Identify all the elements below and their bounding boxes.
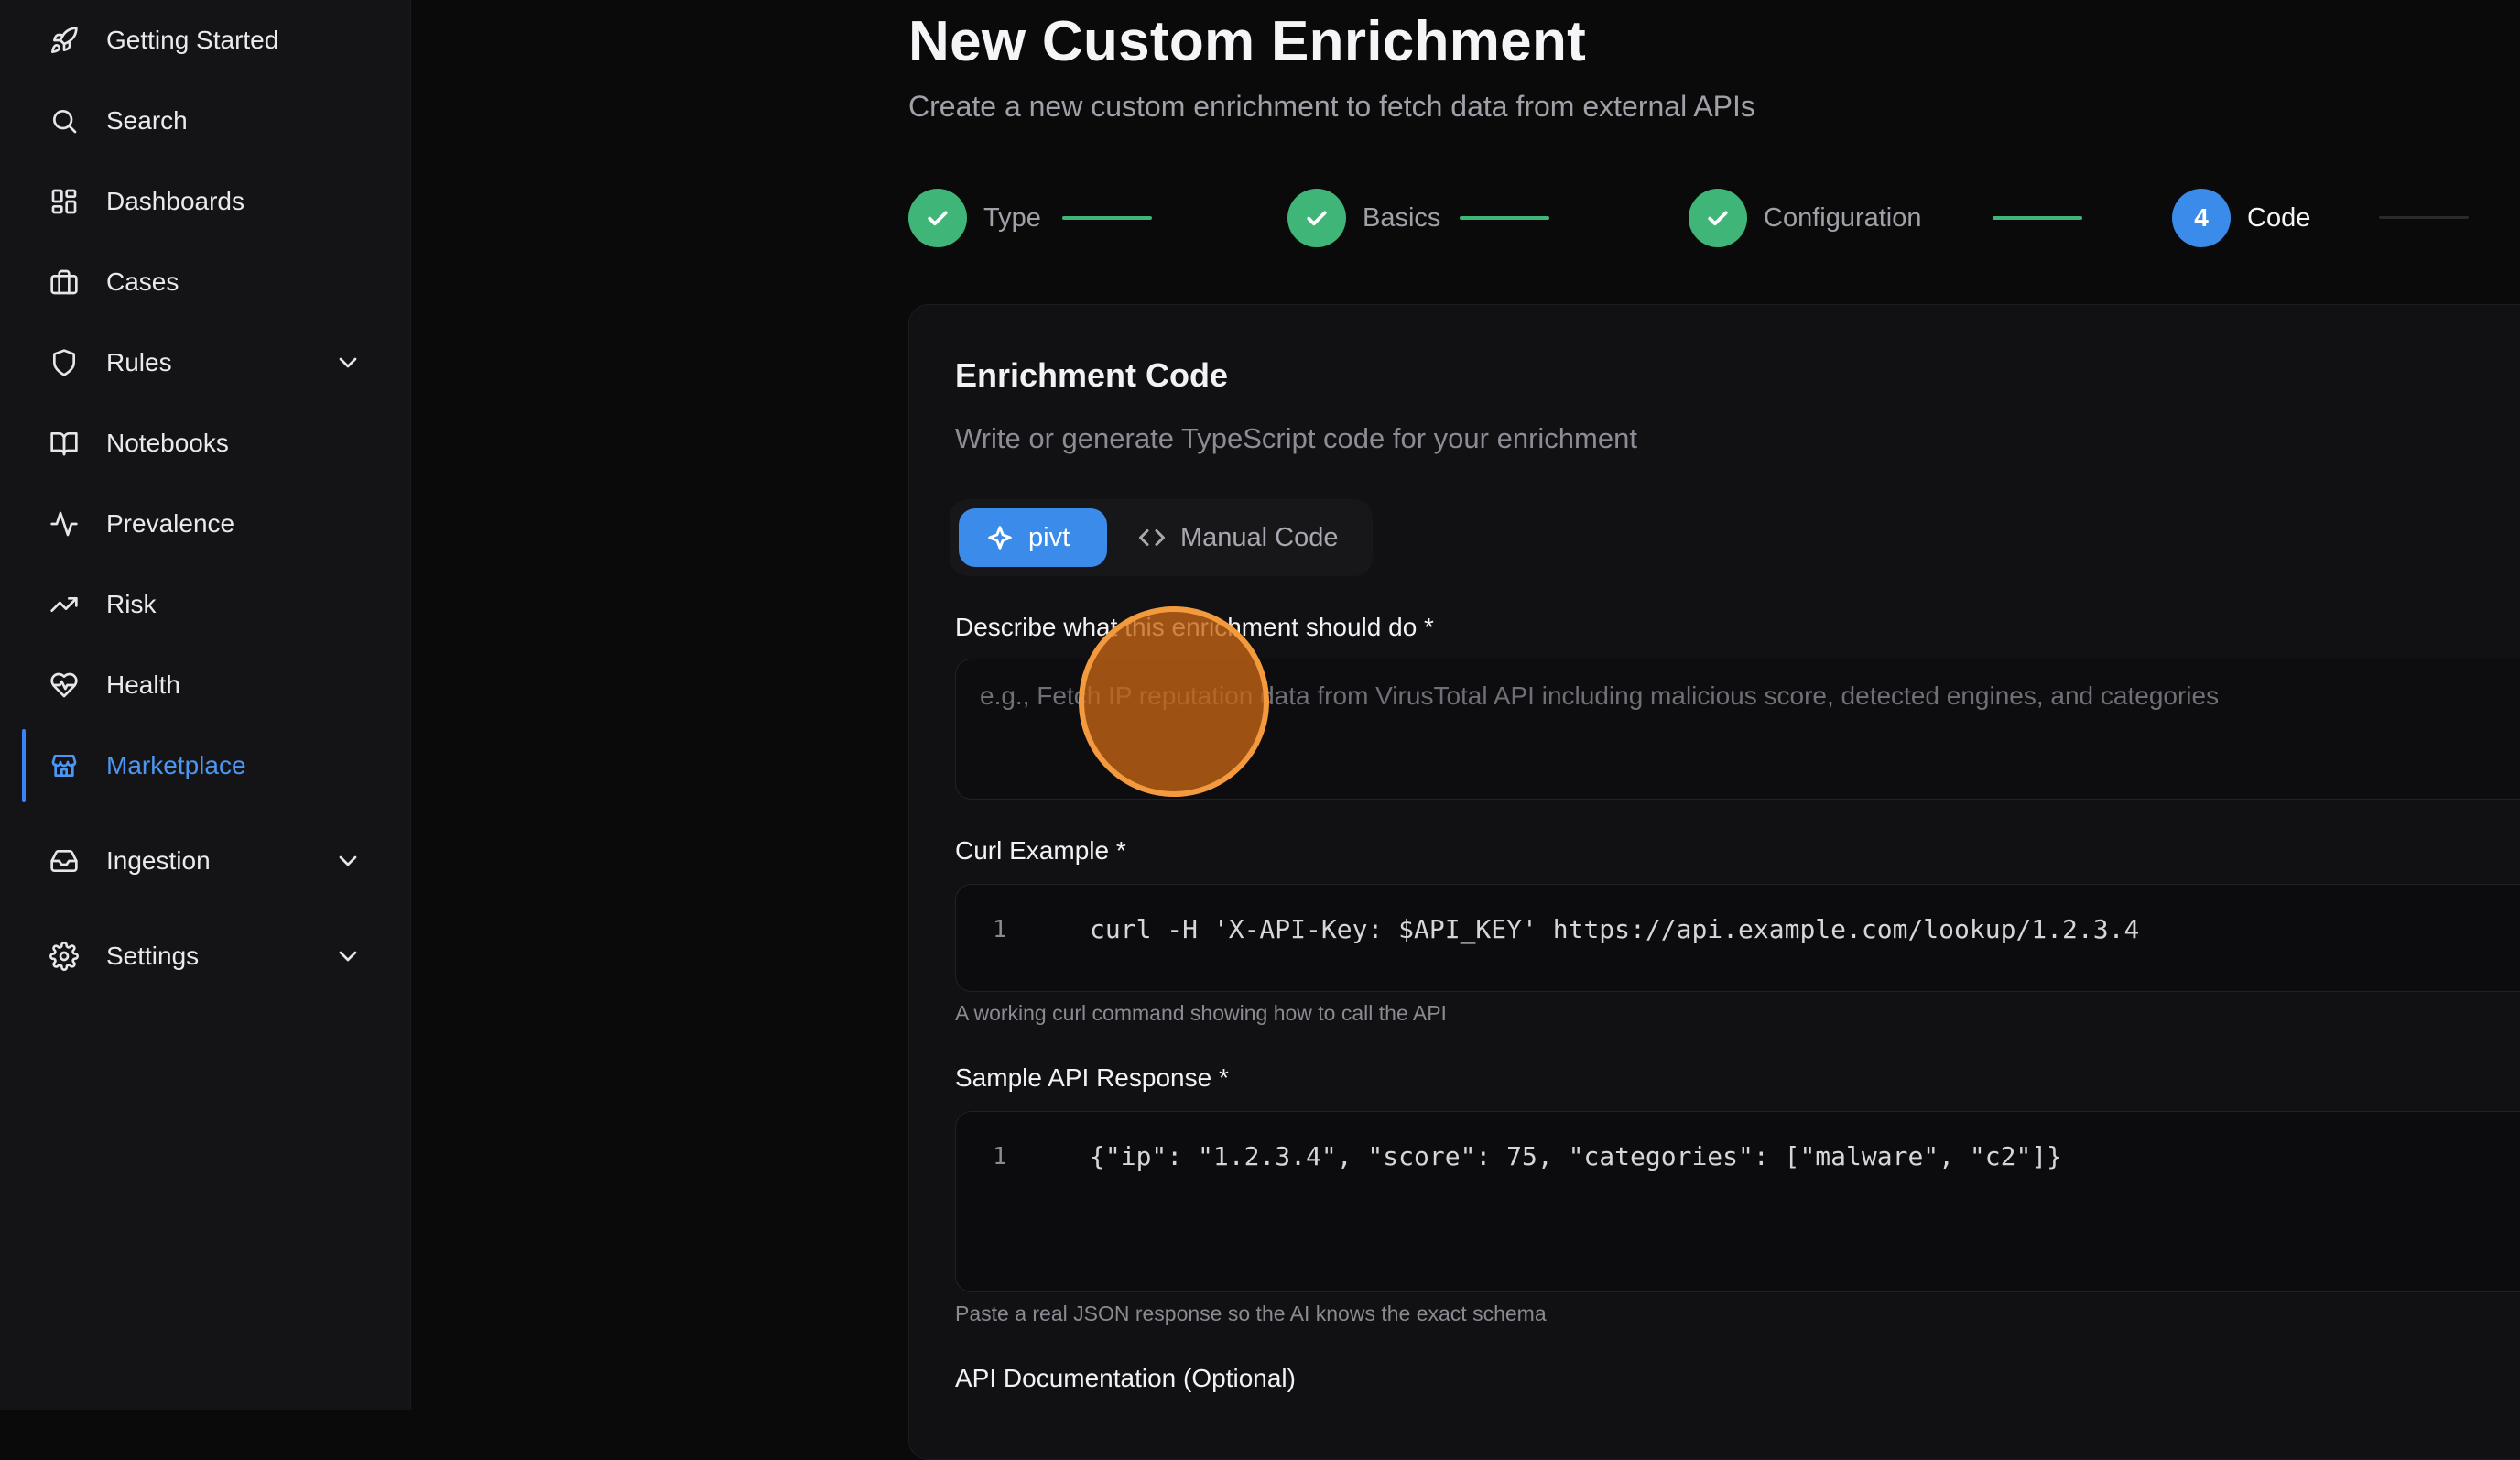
heart-pulse-icon (48, 669, 81, 702)
sidebar-item-label: Marketplace (106, 751, 246, 779)
sample-response-code: {"ip": "1.2.3.4", "score": 75, "categori… (1090, 1141, 2063, 1171)
step-type[interactable]: Type (908, 189, 1041, 247)
api-docs-label: API Documentation (Optional) (955, 1364, 1296, 1392)
step-connector (2379, 216, 2469, 219)
sidebar-item-prevalence[interactable]: Prevalence (24, 491, 372, 557)
store-icon (48, 749, 81, 782)
curl-hint: A working curl command showing how to ca… (955, 1001, 1447, 1025)
sidebar-item-ingestion[interactable]: Ingestion (24, 828, 372, 894)
step-basics[interactable]: Basics (1287, 189, 1440, 247)
step-label: Type (983, 202, 1041, 233)
step-connector (1460, 216, 1549, 220)
enrichment-code-card: Enrichment Code Write or generate TypeSc… (908, 304, 2520, 1460)
line-number: 1 (993, 1143, 1007, 1171)
step-label: Basics (1363, 202, 1441, 233)
sidebar-item-label: Prevalence (106, 509, 235, 538)
page-subtitle: Create a new custom enrichment to fetch … (908, 90, 1755, 123)
chevron-down-icon[interactable] (333, 942, 363, 971)
sidebar-item-settings[interactable]: Settings (24, 923, 372, 989)
sidebar-item-notebooks[interactable]: Notebooks (24, 410, 372, 476)
sidebar-item-label: Risk (106, 590, 157, 618)
sidebar-item-label: Dashboards (106, 187, 244, 215)
book-icon (48, 427, 81, 460)
step-number: 4 (2172, 189, 2231, 247)
briefcase-icon (48, 266, 81, 299)
line-number: 1 (993, 916, 1007, 943)
chevron-down-icon[interactable] (333, 348, 363, 377)
sidebar: Getting Started Search Dashboards Cases … (0, 0, 411, 1410)
step-code[interactable]: 4 Code (2172, 189, 2310, 247)
main-content: New Custom Enrichment Create a new custo… (410, 0, 2520, 1460)
sidebar-item-health[interactable]: Health (24, 652, 372, 718)
sidebar-item-search[interactable]: Search (24, 88, 372, 154)
check-icon (908, 189, 967, 247)
card-description: Write or generate TypeScript code for yo… (955, 422, 1637, 454)
sidebar-item-cases[interactable]: Cases (24, 249, 372, 315)
curl-code-editor[interactable]: 1 curl -H 'X-API-Key: $API_KEY' https://… (955, 884, 2520, 992)
sidebar-item-label: Getting Started (106, 26, 279, 54)
sidebar-item-label: Settings (106, 942, 200, 970)
stepper: Type Basics Configuration 4 Code (908, 189, 2520, 247)
curl-code: curl -H 'X-API-Key: $API_KEY' https://ap… (1090, 914, 2140, 944)
manual-code-button[interactable]: Manual Code (1129, 508, 1358, 567)
click-indicator (1079, 606, 1269, 797)
search-icon (48, 104, 81, 137)
sidebar-item-dashboards[interactable]: Dashboards (24, 169, 372, 234)
sidebar-item-rules[interactable]: Rules (24, 330, 372, 396)
sidebar-item-getting-started[interactable]: Getting Started (24, 7, 372, 73)
line-gutter (956, 1112, 1059, 1291)
activity-icon (48, 507, 81, 540)
check-icon (1689, 189, 1747, 247)
step-connector (1993, 216, 2082, 220)
sidebar-item-label: Notebooks (106, 429, 229, 457)
card-title: Enrichment Code (955, 356, 1229, 394)
pivt-mode-button[interactable]: pivt (959, 508, 1107, 567)
rocket-icon (48, 24, 81, 57)
sidebar-item-label: Cases (106, 267, 179, 296)
sidebar-item-risk[interactable]: Risk (24, 572, 372, 637)
trending-up-icon (48, 588, 81, 621)
sidebar-item-label: Rules (106, 348, 172, 376)
step-configuration[interactable]: Configuration (1689, 189, 1922, 247)
step-label: Configuration (1764, 202, 1922, 233)
sample-response-label: Sample API Response * (955, 1063, 1229, 1092)
shield-icon (48, 346, 81, 379)
sample-response-editor[interactable]: 1 {"ip": "1.2.3.4", "score": 75, "catego… (955, 1111, 2520, 1292)
sparkle-icon (988, 526, 1012, 550)
sidebar-item-label: Health (106, 670, 180, 699)
chevron-down-icon[interactable] (333, 846, 363, 876)
check-icon (1287, 189, 1346, 247)
step-label: Code (2247, 202, 2311, 233)
code-icon (1139, 529, 1165, 546)
inbox-icon (48, 844, 81, 877)
page-title: New Custom Enrichment (908, 10, 1587, 73)
pivt-mode-label: pivt (1028, 522, 1070, 552)
sample-response-hint: Paste a real JSON response so the AI kno… (955, 1302, 1547, 1325)
grid-icon (48, 185, 81, 218)
sidebar-item-marketplace[interactable]: Marketplace (24, 733, 372, 799)
gear-icon (48, 940, 81, 973)
mode-toggle: pivt Manual Code (950, 499, 1373, 576)
step-connector (1062, 216, 1152, 220)
curl-label: Curl Example * (955, 836, 1126, 865)
sidebar-item-label: Ingestion (106, 846, 211, 875)
sidebar-item-label: Search (106, 106, 188, 135)
manual-code-label: Manual Code (1180, 522, 1339, 552)
line-gutter (956, 885, 1059, 991)
